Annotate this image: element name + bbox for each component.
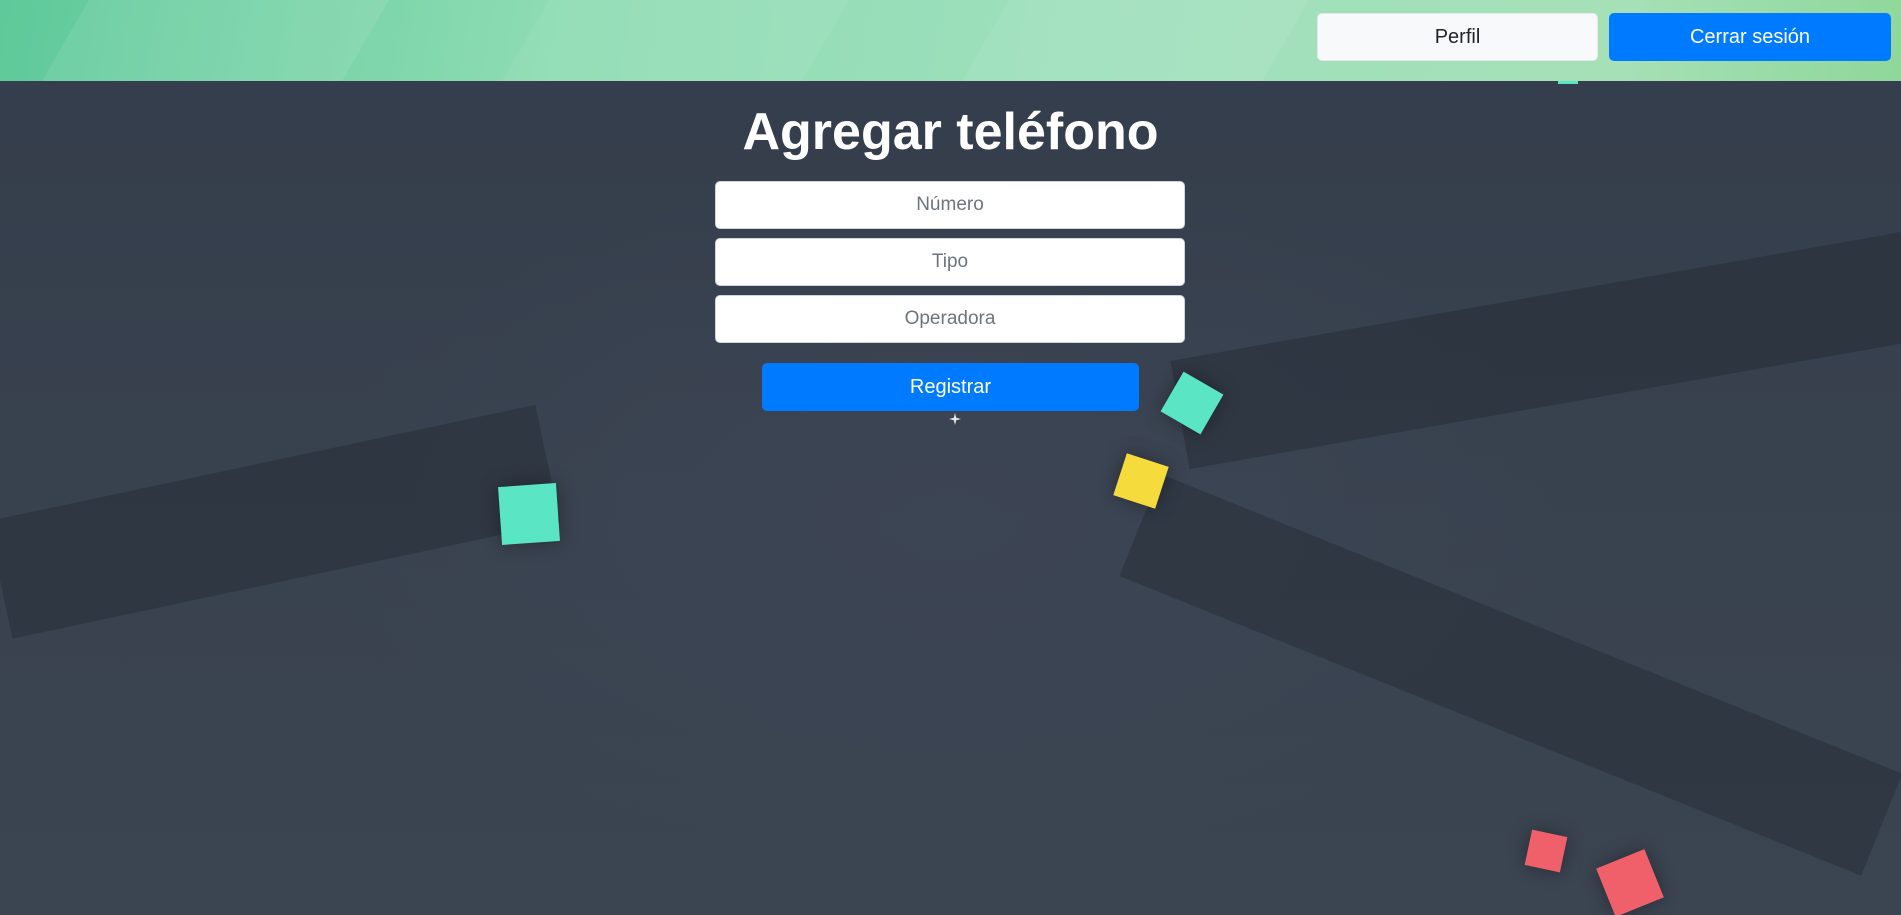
number-input[interactable] bbox=[715, 181, 1185, 229]
type-input[interactable] bbox=[715, 238, 1185, 286]
header-facet-decoration bbox=[928, 0, 1332, 81]
floating-square-red bbox=[1524, 829, 1568, 873]
top-bar: Perfil Cerrar sesión bbox=[0, 0, 1901, 81]
operator-input[interactable] bbox=[715, 295, 1185, 343]
register-button[interactable]: Registrar bbox=[762, 363, 1139, 411]
mouse-cursor-icon bbox=[949, 413, 961, 425]
page: Perfil Cerrar sesión Agregar teléfono Re… bbox=[0, 0, 1901, 915]
header-facet-decoration bbox=[8, 0, 412, 81]
header-facet-decoration bbox=[468, 0, 872, 81]
add-phone-form: Registrar bbox=[715, 181, 1185, 411]
page-title: Agregar teléfono bbox=[742, 103, 1159, 161]
floating-square-teal bbox=[498, 483, 560, 545]
profile-button[interactable]: Perfil bbox=[1317, 13, 1598, 61]
logout-button[interactable]: Cerrar sesión bbox=[1609, 13, 1891, 61]
